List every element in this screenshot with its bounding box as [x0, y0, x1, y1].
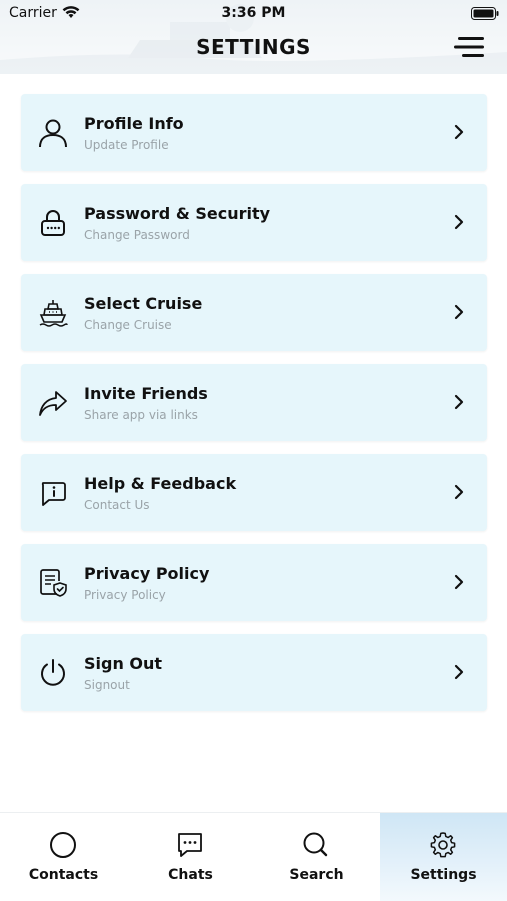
settings-item-sign-out[interactable]: Sign Out Signout — [21, 634, 487, 711]
tab-label: Chats — [168, 867, 213, 883]
settings-item-select-cruise[interactable]: Select Cruise Change Cruise — [21, 274, 487, 351]
gear-icon — [430, 832, 456, 858]
settings-list: Profile Info Update Profile Password & S… — [21, 94, 487, 724]
settings-item-privacy-policy[interactable]: Privacy Policy Privacy Policy — [21, 544, 487, 621]
tab-label: Search — [289, 867, 344, 883]
battery-icon — [471, 7, 499, 20]
page-title: SETTINGS — [196, 35, 311, 59]
bottom-tab-bar: Contacts Chats Search Settings — [0, 812, 507, 901]
tab-label: Settings — [410, 867, 477, 883]
lock-icon — [41, 210, 65, 236]
settings-item-subtitle: Contact Us — [84, 498, 150, 512]
chevron-right-icon — [454, 574, 464, 590]
status-bar: Carrier 3:36 PM — [0, 0, 507, 28]
search-icon — [303, 832, 328, 857]
chevron-right-icon — [454, 664, 464, 680]
ship-icon — [39, 300, 68, 327]
settings-item-subtitle: Signout — [84, 678, 130, 692]
settings-item-invite-friends[interactable]: Invite Friends Share app via links — [21, 364, 487, 441]
chat-icon — [178, 833, 202, 857]
tab-label: Contacts — [28, 867, 99, 883]
chevron-right-icon — [454, 304, 464, 320]
settings-item-label: Sign Out — [84, 654, 163, 673]
settings-item-help-feedback[interactable]: Help & Feedback Contact Us — [21, 454, 487, 531]
settings-item-subtitle: Change Password — [84, 228, 190, 242]
settings-item-subtitle: Share app via links — [84, 408, 198, 422]
settings-item-label: Select Cruise — [84, 294, 203, 313]
settings-item-label: Privacy Policy — [84, 564, 210, 583]
header: Carrier 3:36 PM SETTINGS — [0, 0, 507, 74]
clock: 3:36 PM — [221, 5, 286, 21]
settings-item-label: Invite Friends — [84, 384, 208, 403]
chat-info-icon — [41, 482, 66, 506]
settings-item-subtitle: Change Cruise — [84, 318, 172, 332]
chevron-right-icon — [454, 484, 464, 500]
settings-item-label: Help & Feedback — [84, 474, 237, 493]
share-icon — [39, 391, 67, 416]
tab-settings[interactable]: Settings — [380, 813, 507, 901]
tab-search[interactable]: Search — [253, 813, 380, 901]
chevron-right-icon — [454, 214, 464, 230]
chevron-right-icon — [454, 394, 464, 410]
settings-item-subtitle: Update Profile — [84, 138, 169, 152]
user-icon — [39, 119, 67, 148]
settings-item-profile-info[interactable]: Profile Info Update Profile — [21, 94, 487, 171]
tab-contacts[interactable]: Contacts — [0, 813, 127, 901]
settings-item-subtitle: Privacy Policy — [84, 588, 166, 602]
chevron-right-icon — [454, 124, 464, 140]
power-icon — [41, 659, 65, 686]
circle-icon — [50, 832, 76, 858]
document-shield-icon — [40, 569, 67, 597]
settings-item-label: Password & Security — [84, 204, 271, 223]
settings-item-label: Profile Info — [84, 114, 184, 133]
tab-chats[interactable]: Chats — [127, 813, 254, 901]
hamburger-menu-icon[interactable] — [452, 34, 486, 60]
settings-item-password-security[interactable]: Password & Security Change Password — [21, 184, 487, 261]
